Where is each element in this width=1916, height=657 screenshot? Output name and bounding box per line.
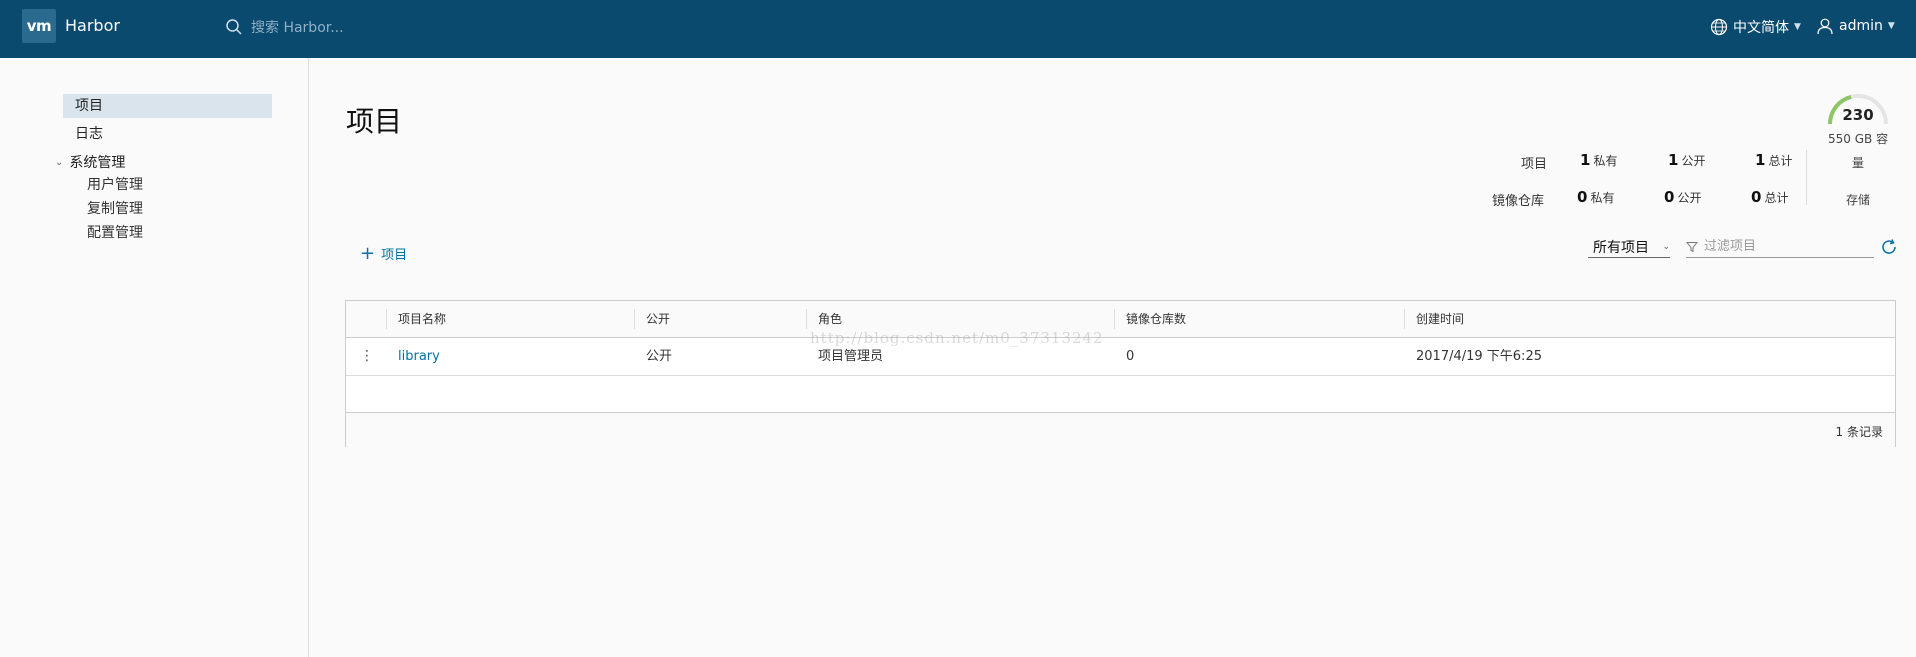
record-count: 1 条记录 bbox=[1835, 425, 1883, 439]
sidebar-item-users[interactable]: 用户管理 bbox=[87, 175, 143, 195]
stats-divider bbox=[1806, 150, 1807, 205]
column-header-name[interactable]: 项目名称 bbox=[398, 301, 446, 337]
project-public-cell: 公开 bbox=[646, 349, 673, 364]
project-filter[interactable] bbox=[1686, 236, 1874, 258]
user-icon bbox=[1817, 18, 1833, 35]
column-separator bbox=[386, 309, 387, 329]
app-title[interactable]: Harbor bbox=[65, 16, 120, 35]
filter-input[interactable] bbox=[1704, 239, 1864, 254]
table-row[interactable]: ⋮ library 公开 项目管理员 0 2017/4/19 下午6:25 bbox=[346, 338, 1895, 376]
table-header: 项目名称 公开 角色 镜像仓库数 创建时间 bbox=[346, 301, 1895, 338]
column-header-repo-count[interactable]: 镜像仓库数 bbox=[1126, 301, 1186, 337]
column-separator bbox=[1404, 309, 1405, 329]
refresh-icon bbox=[1882, 239, 1896, 254]
storage-label: 存储 bbox=[1846, 193, 1871, 207]
project-role-cell: 项目管理员 bbox=[818, 349, 884, 364]
repos-public-stat: 0 公开 bbox=[1664, 188, 1702, 206]
sidebar-item-replication[interactable]: 复制管理 bbox=[87, 199, 143, 219]
chevron-down-icon: ▼ bbox=[1887, 21, 1895, 31]
storage-value: 230 bbox=[1842, 106, 1874, 124]
add-project-label: 项目 bbox=[381, 248, 408, 263]
search-icon bbox=[226, 19, 242, 35]
language-label: 中文简体 bbox=[1733, 20, 1789, 36]
top-nav-bar: vm Harbor 搜索 Harbor... 中文简体 ▼ admin ▼ bbox=[0, 0, 1916, 58]
refresh-button[interactable] bbox=[1880, 238, 1898, 260]
project-created-cell: 2017/4/19 下午6:25 bbox=[1416, 349, 1542, 364]
projects-stat-label: 项目 bbox=[1521, 157, 1548, 172]
sidebar-group-admin[interactable]: ⌄ 系统管理 bbox=[55, 152, 125, 172]
storage-capacity-suffix: 量 bbox=[1852, 156, 1865, 170]
table-empty-row bbox=[346, 376, 1895, 413]
user-menu[interactable]: admin ▼ bbox=[1816, 17, 1895, 35]
column-header-created[interactable]: 创建时间 bbox=[1416, 301, 1464, 337]
table-footer: 1 条记录 bbox=[346, 413, 1895, 447]
repos-total-stat: 0 总计 bbox=[1751, 188, 1789, 206]
sidebar-item-logs[interactable]: 日志 bbox=[63, 122, 272, 146]
globe-icon bbox=[1710, 18, 1728, 36]
project-scope-value: 所有项目 bbox=[1593, 239, 1649, 256]
page-title: 项目 bbox=[346, 105, 403, 138]
repos-private-stat: 0 私有 bbox=[1577, 188, 1615, 206]
column-header-role[interactable]: 角色 bbox=[818, 301, 842, 337]
username: admin bbox=[1839, 18, 1883, 34]
column-separator bbox=[806, 309, 807, 329]
sidebar: 项目 日志 ⌄ 系统管理 用户管理 复制管理 配置管理 bbox=[0, 58, 309, 657]
projects-total-stat: 1 总计 bbox=[1755, 151, 1793, 169]
column-separator bbox=[1114, 309, 1115, 329]
projects-public-stat: 1 公开 bbox=[1668, 151, 1706, 169]
projects-table: 项目名称 公开 角色 镜像仓库数 创建时间 ⋮ library 公开 项目管理员… bbox=[345, 300, 1896, 447]
project-repo-count-cell: 0 bbox=[1126, 349, 1135, 364]
chevron-down-icon: ⌄ bbox=[55, 156, 64, 168]
vmware-logo[interactable]: vm bbox=[22, 9, 56, 43]
search-input[interactable]: 搜索 Harbor... bbox=[251, 17, 344, 37]
language-selector[interactable]: 中文简体 ▼ bbox=[1710, 17, 1801, 37]
projects-private-stat: 1 私有 bbox=[1580, 151, 1618, 169]
storage-capacity: 550 GB 容 bbox=[1828, 132, 1889, 146]
chevron-down-icon: ⌄ bbox=[1662, 241, 1670, 252]
sidebar-item-configuration[interactable]: 配置管理 bbox=[87, 223, 143, 243]
project-scope-select[interactable]: 所有项目 ⌄ bbox=[1588, 236, 1670, 258]
chevron-down-icon: ▼ bbox=[1794, 22, 1801, 32]
sidebar-group-label: 系统管理 bbox=[69, 155, 126, 171]
filter-icon bbox=[1686, 241, 1698, 252]
column-header-public[interactable]: 公开 bbox=[646, 301, 670, 337]
project-name-link[interactable]: library bbox=[398, 338, 440, 375]
sidebar-item-projects[interactable]: 项目 bbox=[63, 94, 272, 118]
repos-stat-label: 镜像仓库 bbox=[1492, 194, 1545, 209]
column-separator bbox=[634, 309, 635, 329]
plus-icon: + bbox=[360, 242, 376, 264]
row-actions-icon[interactable]: ⋮ bbox=[360, 338, 374, 375]
add-project-button[interactable]: + 项目 bbox=[360, 244, 407, 263]
global-search[interactable]: 搜索 Harbor... bbox=[225, 17, 344, 37]
